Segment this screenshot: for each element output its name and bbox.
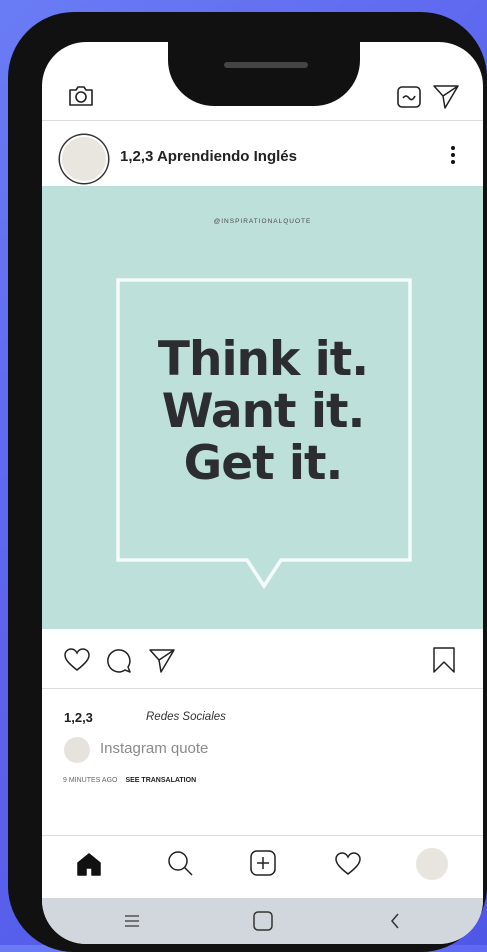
bottom-nav bbox=[42, 835, 483, 898]
username[interactable]: 1,2,3 Aprendiendo Inglés bbox=[120, 148, 297, 165]
avatar[interactable] bbox=[60, 135, 108, 183]
post-handle: @INSPIRATIONALQUOTE bbox=[213, 218, 312, 225]
reels-icon[interactable] bbox=[397, 86, 421, 108]
comment-input[interactable]: Instagram quote bbox=[100, 740, 208, 757]
comment-avatar bbox=[64, 737, 90, 763]
caption-text: Redes Sociales bbox=[146, 711, 226, 723]
quote-line-1: Think it. bbox=[157, 332, 369, 387]
add-post-icon[interactable] bbox=[250, 850, 276, 876]
camera-icon[interactable] bbox=[68, 84, 94, 108]
system-nav-bar bbox=[42, 898, 483, 944]
quote-line-2: Want it. bbox=[161, 384, 366, 439]
phone-frame: 1,2,3 Aprendiendo Inglés @INSPIRATIONALQ… bbox=[8, 12, 487, 952]
see-translation-link[interactable]: SEE TRANSALATION bbox=[125, 777, 196, 784]
activity-heart-icon[interactable] bbox=[335, 852, 361, 876]
quote-line-3: Get it. bbox=[183, 436, 344, 491]
caption-author[interactable]: 1,2,3 bbox=[64, 710, 93, 725]
phone-notch bbox=[168, 42, 360, 106]
post-image[interactable]: @INSPIRATIONALQUOTE Think it. Want it. G… bbox=[42, 186, 483, 629]
quote-text: Think it. Want it. Get it. bbox=[116, 334, 410, 490]
post-meta: 9 MINUTES AGO SEE TRANSALATION bbox=[63, 777, 196, 784]
post-header: 1,2,3 Aprendiendo Inglés bbox=[42, 121, 483, 187]
comment-icon[interactable] bbox=[106, 648, 132, 674]
back-icon[interactable] bbox=[390, 913, 400, 929]
profile-avatar[interactable] bbox=[416, 848, 448, 880]
more-options-icon[interactable] bbox=[450, 145, 456, 165]
bookmark-icon[interactable] bbox=[432, 646, 456, 674]
phone-screen: 1,2,3 Aprendiendo Inglés @INSPIRATIONALQ… bbox=[42, 42, 483, 944]
search-icon[interactable] bbox=[167, 850, 193, 876]
share-icon[interactable] bbox=[148, 646, 176, 674]
post-actions bbox=[42, 630, 483, 689]
speaker bbox=[224, 62, 308, 68]
home-icon[interactable] bbox=[76, 852, 102, 876]
home-square-icon[interactable] bbox=[253, 911, 273, 931]
send-icon[interactable] bbox=[432, 82, 460, 110]
menu-icon[interactable] bbox=[124, 915, 140, 927]
post-time: 9 MINUTES AGO bbox=[63, 777, 118, 784]
heart-icon[interactable] bbox=[64, 648, 90, 672]
